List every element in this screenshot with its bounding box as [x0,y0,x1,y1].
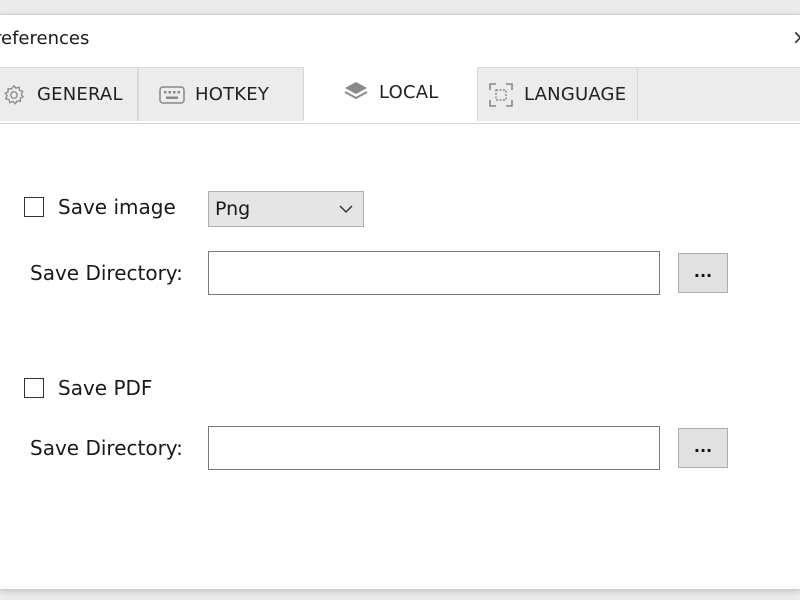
tab-language[interactable]: LANGUAGE [477,67,638,121]
pdf-browse-button[interactable]: ... [678,428,728,468]
title-bar: references × [0,15,800,59]
save-pdf-checkbox[interactable] [24,378,44,398]
tab-local-label: LOCAL [379,81,439,103]
image-directory-input[interactable] [208,251,660,295]
pdf-directory-input[interactable] [208,426,660,470]
scan-icon [488,82,514,108]
image-format-value: Png [215,198,251,220]
tab-hotkey-label: HOTKEY [195,84,270,105]
gear-icon [1,82,27,108]
pdf-directory-label: Save Directory: [30,436,183,460]
image-format-select[interactable]: Png [208,191,364,227]
save-pdf-label: Save PDF [58,376,153,400]
save-image-label: Save image [58,195,176,219]
layers-icon [343,79,369,105]
keyboard-icon [159,82,185,108]
tab-language-label: LANGUAGE [524,84,627,105]
tab-hotkey[interactable]: HOTKEY [138,67,304,121]
chevron-down-icon [339,205,353,214]
tab-strip: GENERAL HOTKEY LOCAL LANGUAGE [0,63,800,124]
local-settings-panel: Save image Png Save Directory: ... Save … [0,125,800,585]
tab-general[interactable]: GENERAL [0,67,138,121]
preferences-window: references × GENERAL [0,14,800,590]
window-title: references [0,28,90,49]
save-pdf-row: Save PDF [24,376,152,400]
save-image-row: Save image [24,195,176,219]
tab-local[interactable]: LOCAL [304,63,477,120]
close-button[interactable]: × [792,27,800,47]
image-directory-label: Save Directory: [30,261,183,285]
save-image-checkbox[interactable] [24,197,44,217]
image-browse-button[interactable]: ... [678,253,728,293]
tab-general-label: GENERAL [37,84,123,105]
tab-strip-filler [638,67,800,121]
